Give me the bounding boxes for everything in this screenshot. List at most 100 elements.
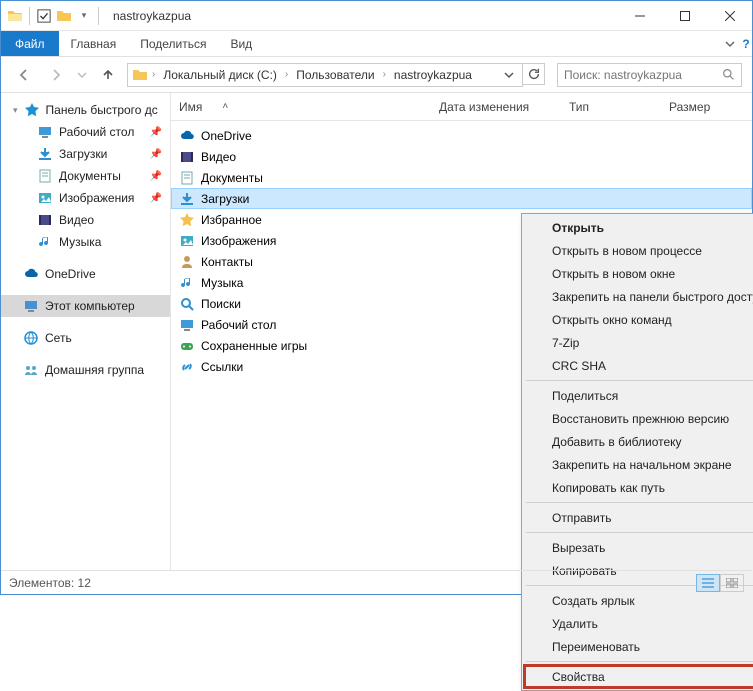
search-input[interactable]	[564, 68, 722, 82]
column-header-name[interactable]: Имя ˄	[171, 100, 431, 114]
menu-label: Удалить	[552, 617, 598, 631]
item-icon	[179, 170, 195, 186]
breadcrumb[interactable]: Локальный диск (C:)	[159, 68, 281, 82]
sidebar-item[interactable]: Музыка	[1, 231, 170, 253]
context-menu-item[interactable]: Поделиться〉	[524, 384, 753, 407]
computer-icon	[23, 298, 39, 314]
address-bar[interactable]: › Локальный диск (C:) › Пользователи › n…	[127, 63, 523, 87]
recent-locations-button[interactable]	[75, 62, 89, 88]
close-button[interactable]	[707, 1, 752, 31]
back-button[interactable]	[11, 62, 37, 88]
homegroup-icon	[23, 362, 39, 378]
nav-label: Видео	[59, 213, 94, 227]
view-large-icons-button[interactable]	[720, 574, 744, 592]
menu-label: Поделиться	[552, 389, 618, 403]
sidebar-item[interactable]: Изображения📌	[1, 187, 170, 209]
nav-quick-access[interactable]: ▾ Панель быстрого дс	[1, 99, 170, 121]
breadcrumb[interactable]: Пользователи	[292, 68, 378, 82]
window-controls	[617, 1, 752, 31]
ribbon-file-tab[interactable]: Файл	[1, 31, 59, 56]
file-row[interactable]: OneDrive	[171, 125, 752, 146]
context-menu-item[interactable]: Копировать как путь	[524, 476, 753, 499]
help-icon[interactable]: ?	[742, 37, 749, 51]
menu-label: Открыть окно команд	[552, 313, 672, 327]
forward-button[interactable]	[43, 62, 69, 88]
item-icon	[179, 359, 195, 375]
context-menu-item[interactable]: Восстановить прежнюю версию	[524, 407, 753, 430]
nav-network[interactable]: Сеть	[1, 327, 170, 349]
column-header-type[interactable]: Тип	[561, 100, 661, 114]
context-menu-item[interactable]: Вырезать	[524, 536, 753, 559]
menu-label: Открыть в новом окне	[552, 267, 675, 281]
menu-label: 7-Zip	[552, 336, 579, 350]
chevron-right-icon[interactable]: ›	[283, 69, 290, 80]
nav-label: Этот компьютер	[45, 299, 135, 313]
item-icon	[37, 124, 53, 140]
context-menu-item[interactable]: Открыть	[524, 216, 753, 239]
network-icon	[23, 330, 39, 346]
file-name: OneDrive	[201, 129, 252, 143]
chevron-right-icon[interactable]: ›	[150, 69, 157, 80]
file-row[interactable]: Видео	[171, 146, 752, 167]
sidebar-item[interactable]: Загрузки📌	[1, 143, 170, 165]
context-menu-item[interactable]: Удалить	[524, 612, 753, 635]
context-menu: ОткрытьОткрыть в новом процессе Открыть в…	[521, 213, 753, 691]
sidebar-item[interactable]: Документы📌	[1, 165, 170, 187]
ribbon-tab-share[interactable]: Поделиться	[128, 31, 218, 56]
item-icon	[179, 338, 195, 354]
context-menu-item[interactable]: Закрепить на панели быстрого доступа	[524, 285, 753, 308]
ribbon-expand-button[interactable]: ?	[722, 31, 752, 56]
file-pane: Имя ˄ Дата изменения Тип Размер OneDrive…	[171, 93, 752, 570]
ribbon-tab-home[interactable]: Главная	[59, 31, 129, 56]
context-menu-item[interactable]: Закрепить на начальном экране	[524, 453, 753, 476]
cloud-icon	[23, 266, 39, 282]
context-menu-item[interactable]: CRC SHA〉	[524, 354, 753, 377]
context-menu-item[interactable]: Открыть в новом окне	[524, 262, 753, 285]
context-menu-item[interactable]: Отправить〉	[524, 506, 753, 529]
item-icon	[179, 317, 195, 333]
chevron-right-icon[interactable]: ›	[381, 69, 388, 80]
maximize-button[interactable]	[662, 1, 707, 31]
menu-label: Копировать как путь	[552, 481, 665, 495]
file-row[interactable]: Документы	[171, 167, 752, 188]
checkbox-icon[interactable]	[36, 8, 52, 24]
context-menu-item[interactable]: Добавить в библиотеку〉	[524, 430, 753, 453]
context-menu-item[interactable]: Открыть окно команд	[524, 308, 753, 331]
qat-dropdown-icon[interactable]: ▾	[76, 8, 92, 24]
refresh-button[interactable]	[523, 63, 545, 85]
nav-this-pc[interactable]: Этот компьютер	[1, 295, 170, 317]
sidebar-item[interactable]: Рабочий стол📌	[1, 121, 170, 143]
file-name: Сохраненные игры	[201, 339, 307, 353]
minimize-button[interactable]	[617, 1, 662, 31]
column-header-size[interactable]: Размер	[661, 100, 731, 114]
up-button[interactable]	[95, 62, 121, 88]
title-bar: ▾ nastroykazpua	[1, 1, 752, 31]
ribbon: Файл Главная Поделиться Вид ?	[1, 31, 752, 57]
item-icon	[37, 168, 53, 184]
context-menu-item[interactable]: Переименовать	[524, 635, 753, 658]
nav-onedrive[interactable]: OneDrive	[1, 263, 170, 285]
search-icon[interactable]	[722, 68, 735, 81]
file-name: Поиски	[201, 297, 241, 311]
menu-separator	[526, 380, 753, 381]
context-menu-item[interactable]: Свойства	[524, 665, 753, 688]
ribbon-tab-view[interactable]: Вид	[218, 31, 264, 56]
context-menu-item[interactable]: Открыть в новом процессе	[524, 239, 753, 262]
status-item-count: Элементов: 12	[9, 576, 91, 590]
file-row[interactable]: Загрузки	[171, 188, 752, 209]
chevron-down-icon[interactable]: ▾	[13, 105, 18, 116]
context-menu-item[interactable]: 7-Zip〉	[524, 331, 753, 354]
file-name: Видео	[201, 150, 236, 164]
sidebar-item[interactable]: Видео	[1, 209, 170, 231]
nav-label: Документы	[59, 169, 121, 183]
address-dropdown-icon[interactable]	[500, 70, 518, 80]
nav-homegroup[interactable]: Домашняя группа	[1, 359, 170, 381]
file-name: Изображения	[201, 234, 276, 248]
column-header-date[interactable]: Дата изменения	[431, 100, 561, 114]
breadcrumb[interactable]: nastroykazpua	[390, 68, 476, 82]
file-name: Ссылки	[201, 360, 243, 374]
view-details-button[interactable]	[696, 574, 720, 592]
nav-label: Сеть	[45, 331, 72, 345]
menu-label: Переименовать	[552, 640, 640, 654]
search-box[interactable]	[557, 63, 742, 87]
